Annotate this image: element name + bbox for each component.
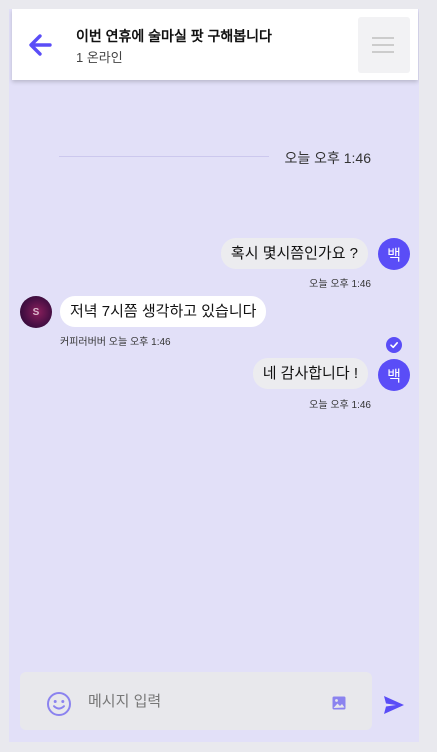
menu-button[interactable] [358,17,410,73]
arrow-left-icon [29,34,52,56]
message-bubble-outgoing[interactable]: 네 감사합니다 ! [252,358,368,389]
message-meta: 커피러버버 오늘 오후 1:46 [60,333,171,348]
message-bubble-incoming[interactable]: 저녁 7시쯤 생각하고 있습니다 [60,296,267,327]
message-time: 오늘 오후 1:46 [309,400,371,411]
smiley-face-icon [47,692,71,716]
send-icon [384,696,404,714]
chat-title: 이번 연휴에 술마실 팟 구해봅니다 [76,28,272,44]
message-time: 오늘 오후 1:46 [108,337,171,348]
message-composer [20,672,372,730]
avatar[interactable]: S [20,296,52,328]
hamburger-menu-icon [372,37,394,39]
online-status: 1 온라인 [76,50,123,65]
message-bubble-outgoing[interactable]: 혹시 몇시쯤인가요 ? [220,238,368,269]
chat-window: 이번 연휴에 술마실 팟 구해봅니다 1 온라인 오늘 오후 1:46 혹시 몇… [9,9,419,742]
check-circle-icon [386,337,402,353]
emoji-button[interactable] [46,691,72,722]
image-upload-button[interactable] [331,695,347,716]
back-button[interactable] [24,29,56,61]
date-divider: 오늘 오후 1:46 [9,147,419,167]
sender-name: 커피러버버 [60,337,106,348]
message-input[interactable] [86,684,320,718]
message-time: 오늘 오후 1:46 [309,279,371,290]
send-button[interactable] [383,695,405,720]
avatar[interactable]: 백 [378,238,410,270]
image-icon [332,696,346,710]
chat-header: 이번 연휴에 술마실 팟 구해봅니다 1 온라인 [12,9,418,80]
avatar[interactable]: 백 [378,359,410,391]
date-divider-label: 오늘 오후 1:46 [284,150,371,166]
